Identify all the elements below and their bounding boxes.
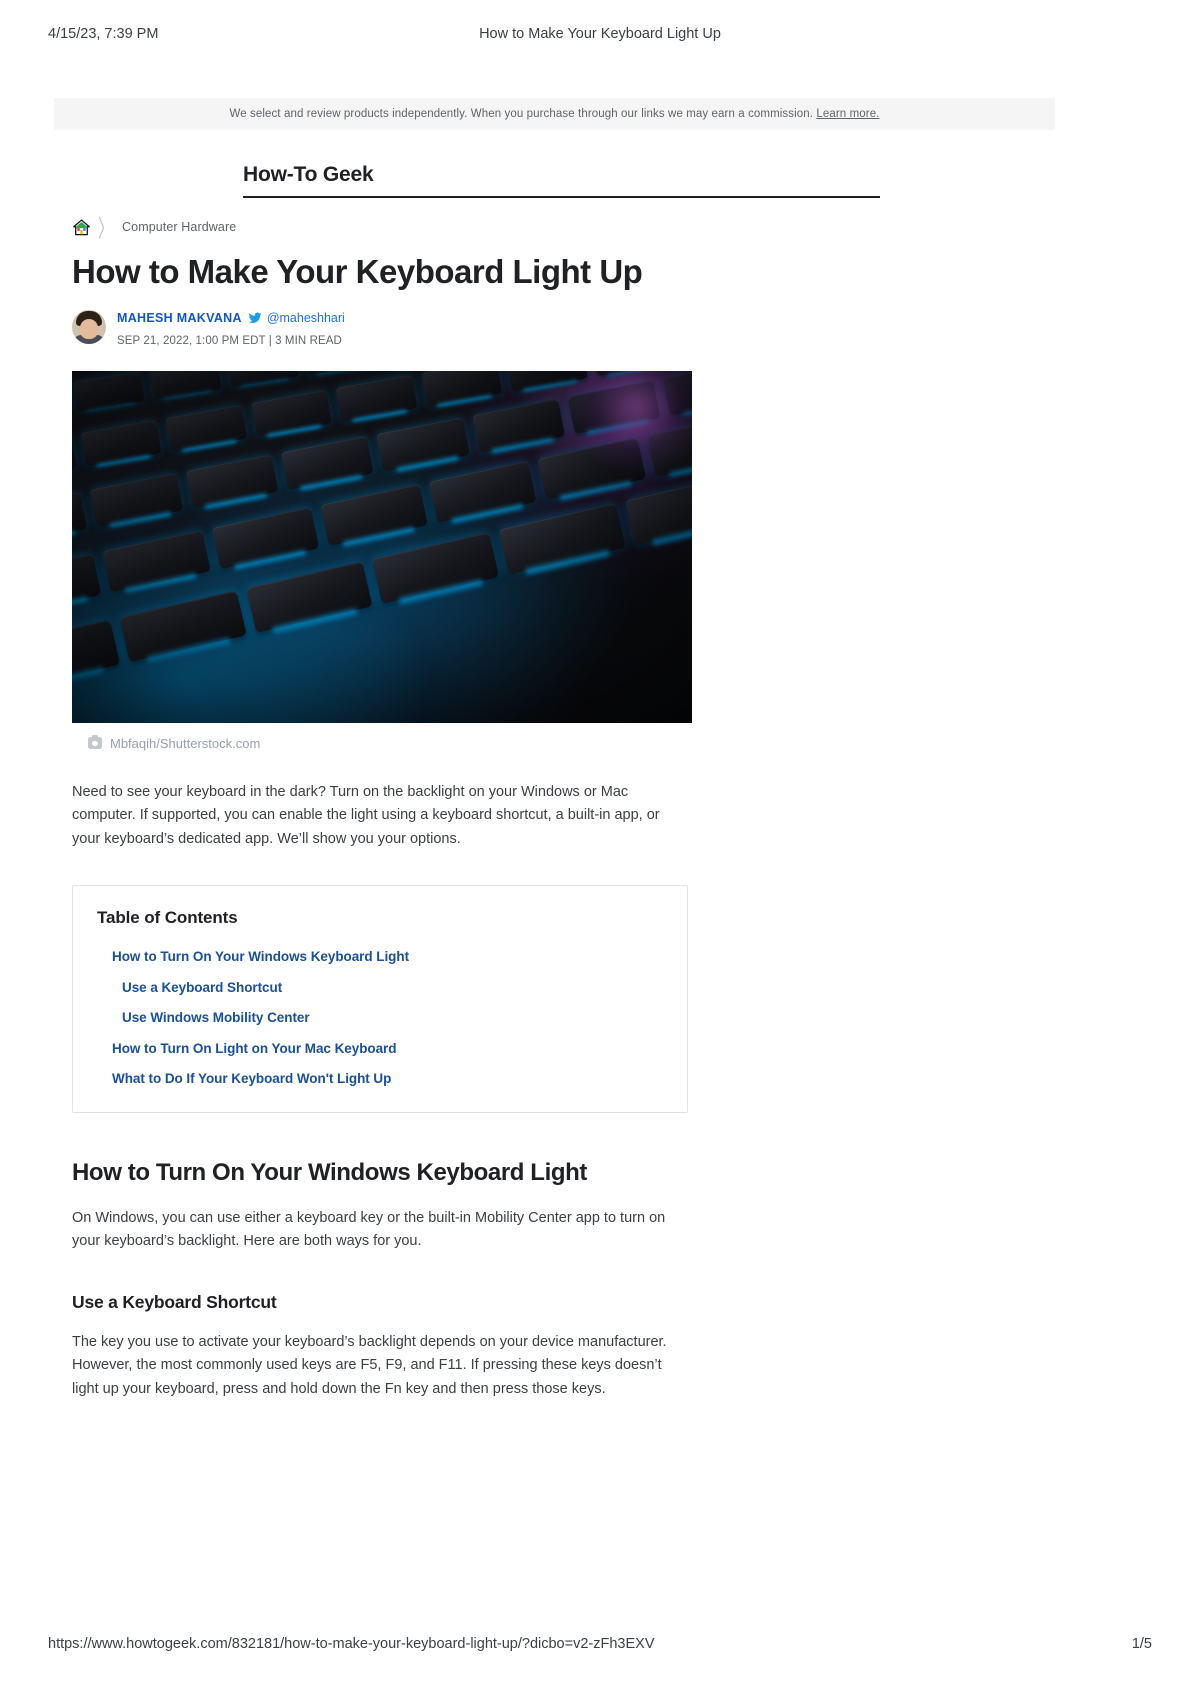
- section-paragraph-windows: On Windows, you can use either a keyboar…: [72, 1209, 666, 1250]
- publish-meta: SEP 21, 2022, 1:00 PM EDT | 3 MIN READ: [117, 334, 342, 347]
- avatar: [72, 309, 106, 344]
- affiliate-disclosure-banner: We select and review products independen…: [54, 98, 1055, 130]
- twitter-bird-icon[interactable]: [248, 311, 262, 325]
- print-page-number: 1/5: [1131, 1636, 1152, 1652]
- section-heading-windows: How to Turn On Your Windows Keyboard Lig…: [72, 1158, 587, 1186]
- toc-link-windows-keyboard-light[interactable]: How to Turn On Your Windows Keyboard Lig…: [97, 950, 663, 964]
- disclosure-text: We select and review products independen…: [230, 108, 880, 120]
- print-source-url: https://www.howtogeek.com/832181/how-to-…: [48, 1636, 655, 1652]
- toc-link-mac-keyboard[interactable]: How to Turn On Light on Your Mac Keyboar…: [97, 1042, 663, 1056]
- table-of-contents: Table of Contents How to Turn On Your Wi…: [72, 885, 688, 1113]
- subsection-heading-keyboard-shortcut: Use a Keyboard Shortcut: [72, 1291, 277, 1312]
- toc-link-windows-mobility-center[interactable]: Use Windows Mobility Center: [97, 1011, 663, 1025]
- toc-link-wont-light-up[interactable]: What to Do If Your Keyboard Won't Light …: [97, 1072, 663, 1086]
- print-header: 4/15/23, 7:39 PM How to Make Your Keyboa…: [0, 26, 1200, 48]
- toc-link-keyboard-shortcut[interactable]: Use a Keyboard Shortcut: [97, 981, 663, 995]
- learn-more-link[interactable]: Learn more.: [816, 108, 879, 120]
- print-footer: https://www.howtogeek.com/832181/how-to-…: [0, 1636, 1200, 1656]
- home-icon[interactable]: [72, 218, 91, 237]
- site-masthead: How-To Geek: [243, 163, 880, 198]
- subsection-paragraph-keyboard-shortcut: The key you use to activate your keyboar…: [72, 1333, 667, 1397]
- lede-paragraph: Need to see your keyboard in the dark? T…: [72, 783, 660, 847]
- hero-image: [72, 370, 692, 723]
- hero-credit: Mbfaqih/Shutterstock.com: [110, 735, 261, 751]
- camera-icon: [88, 735, 102, 750]
- breadcrumb-category[interactable]: Computer Hardware: [122, 220, 236, 234]
- page-title: How to Make Your Keyboard Light Up: [72, 253, 643, 290]
- breadcrumb-separator-icon: 〉: [98, 215, 114, 243]
- disclosure-sentence: We select and review products independen…: [229, 108, 814, 120]
- author-name[interactable]: MAHESH MAKVANA: [117, 312, 242, 325]
- author-twitter-handle[interactable]: @maheshhari: [267, 312, 345, 325]
- toc-title: Table of Contents: [97, 908, 238, 928]
- article-container: 〉 Computer Hardware How to Make Your Key…: [72, 215, 692, 1416]
- byline: MAHESH MAKVANA @maheshhari SEP 21, 2022,…: [72, 309, 692, 349]
- hero-caption: Mbfaqih/Shutterstock.com: [72, 735, 692, 751]
- print-document-title: How to Make Your Keyboard Light Up: [479, 26, 721, 42]
- toc-list: How to Turn On Your Windows Keyboard Lig…: [73, 950, 687, 1086]
- site-logo[interactable]: How-To Geek: [243, 163, 880, 187]
- breadcrumb: 〉 Computer Hardware: [72, 215, 692, 242]
